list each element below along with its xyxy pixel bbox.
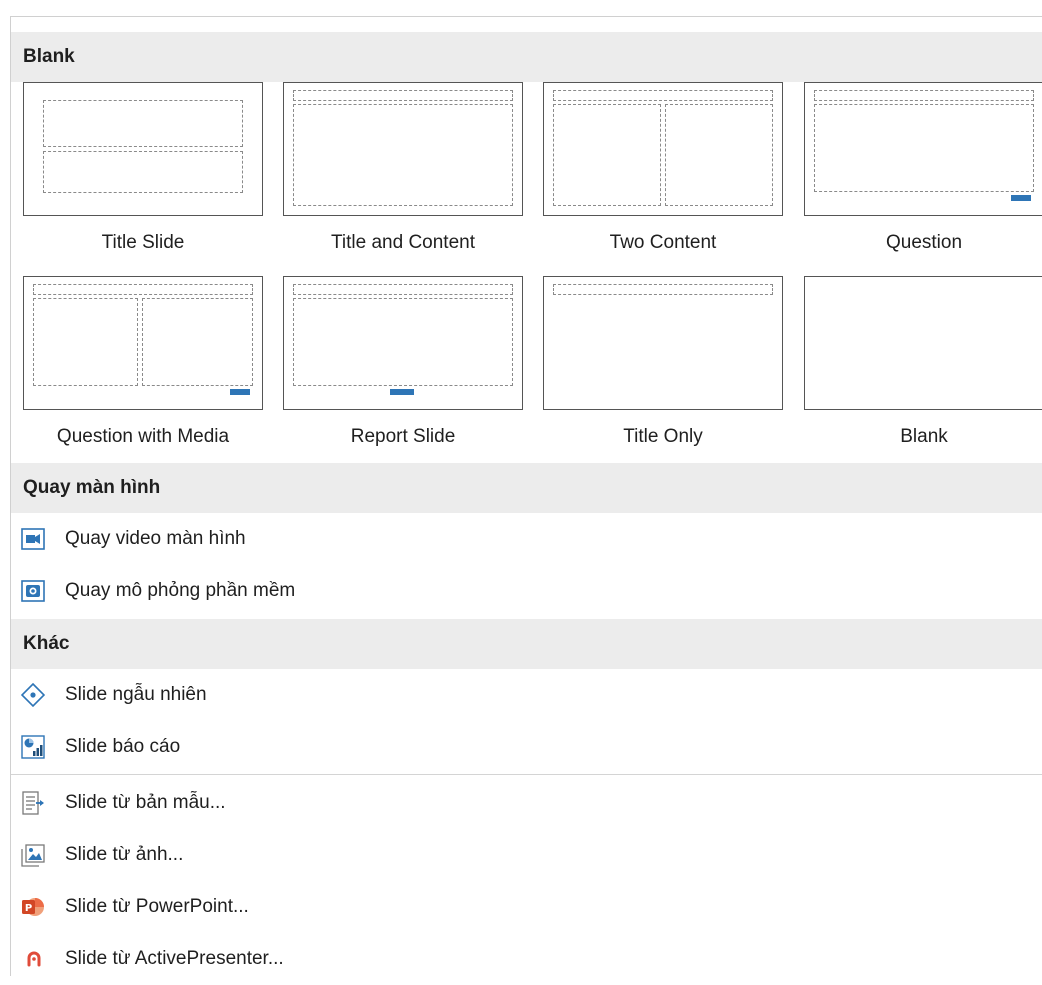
item-label: Slide từ bản mẫu... <box>65 792 226 813</box>
layout-question[interactable]: Question <box>804 82 1042 266</box>
slide-from-activepresenter-item[interactable]: Slide từ ActivePresenter... <box>11 933 1042 985</box>
activepresenter-icon <box>21 947 45 971</box>
layout-label: Title Slide <box>101 232 185 253</box>
layout-thumbnail <box>283 276 523 410</box>
item-label: Slide từ ảnh... <box>65 844 184 865</box>
layout-label: Question <box>885 232 963 253</box>
item-label: Slide ngẫu nhiên <box>65 684 207 705</box>
layout-thumbnail <box>23 276 263 410</box>
layout-question-with-media[interactable]: Question with Media <box>23 276 263 460</box>
record-software-simulation-item[interactable]: Quay mô phỏng phần mềm <box>11 565 1042 617</box>
section-header-blank: Blank <box>11 32 1042 82</box>
svg-text:P: P <box>25 903 32 914</box>
layout-report-slide[interactable]: Report Slide <box>283 276 523 460</box>
layout-label: Question with Media <box>56 426 230 447</box>
layout-label: Report Slide <box>350 426 456 447</box>
layout-label: Title Only <box>623 426 703 447</box>
item-label: Quay mô phỏng phần mềm <box>65 580 296 601</box>
layout-thumbnail <box>23 82 263 216</box>
submit-button-marker <box>1011 195 1031 201</box>
item-label: Slide từ ActivePresenter... <box>65 948 284 969</box>
layout-two-content[interactable]: Two Content <box>543 82 783 266</box>
item-label: Slide báo cáo <box>65 736 181 757</box>
layout-label: Title and Content <box>331 232 475 253</box>
item-label: Quay video màn hình <box>65 528 246 549</box>
submit-button-marker <box>390 389 414 395</box>
item-label: Slide từ PowerPoint... <box>65 896 249 917</box>
layout-thumbnail <box>543 276 783 410</box>
report-chart-icon <box>21 735 45 759</box>
slide-from-image-item[interactable]: Slide từ ảnh... <box>11 829 1042 881</box>
template-import-icon <box>21 791 45 815</box>
camera-icon <box>21 579 45 603</box>
layout-title-slide[interactable]: Title Slide <box>23 82 263 266</box>
submit-button-marker <box>230 389 250 395</box>
random-diamond-icon <box>20 682 46 708</box>
section-header-other: Khác <box>11 619 1042 669</box>
layout-thumbnail <box>804 82 1042 216</box>
section-header-screen-recording: Quay màn hình <box>11 463 1042 513</box>
layout-thumbnail <box>283 82 523 216</box>
layout-title-and-content[interactable]: Title and Content <box>283 82 523 266</box>
image-icon <box>21 843 45 867</box>
slide-from-template-item[interactable]: Slide từ bản mẫu... <box>11 777 1042 829</box>
record-screen-video-item[interactable]: Quay video màn hình <box>11 513 1042 565</box>
powerpoint-icon: P <box>21 895 45 919</box>
random-slide-item[interactable]: Slide ngẫu nhiên <box>11 669 1042 721</box>
layout-blank[interactable]: Blank <box>804 276 1042 460</box>
layout-label: Two Content <box>609 232 717 253</box>
menu-divider <box>11 774 1042 775</box>
slide-from-powerpoint-item[interactable]: P Slide từ PowerPoint... <box>11 881 1042 933</box>
new-slide-menu: Blank Title Slide Title and Content Two … <box>10 16 1042 976</box>
layout-label: Blank <box>900 426 948 447</box>
layout-thumbnail <box>543 82 783 216</box>
video-camera-icon <box>21 527 45 551</box>
layout-title-only[interactable]: Title Only <box>543 276 783 460</box>
layout-thumbnail <box>804 276 1042 410</box>
report-slide-item[interactable]: Slide báo cáo <box>11 721 1042 773</box>
